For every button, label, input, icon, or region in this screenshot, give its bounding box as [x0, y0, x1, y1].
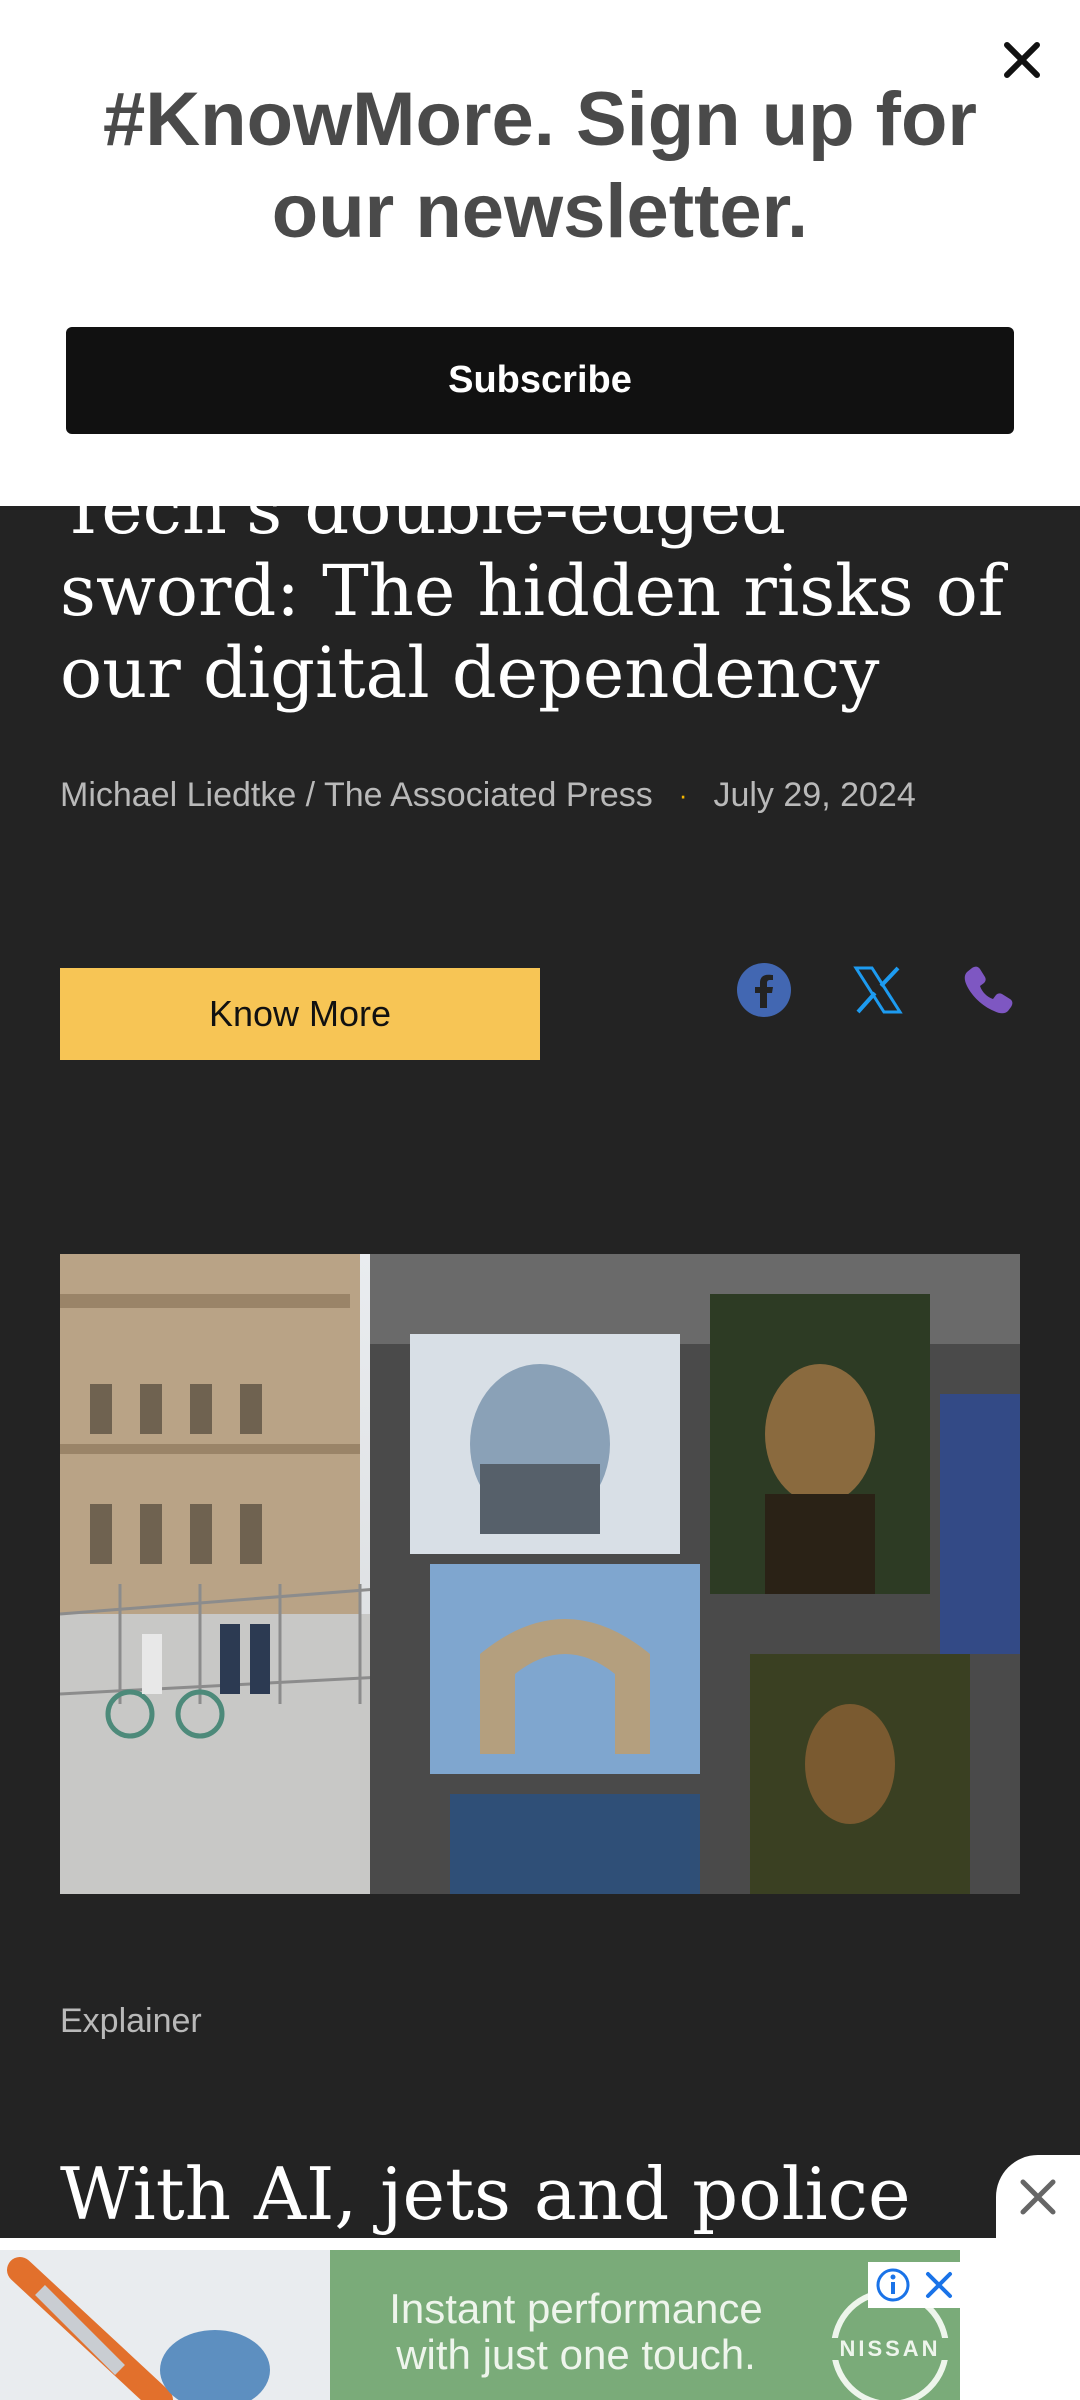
ad-close-icon[interactable] [996, 2155, 1080, 2239]
byline: Michael Liedtke / The Associated Press ·… [60, 776, 1040, 815]
ad-dismiss-icon[interactable] [924, 2270, 954, 2300]
byline-separator: · [678, 780, 688, 810]
phone-icon[interactable] [956, 958, 1020, 1022]
ad-text: Instant performance with just one touch. [389, 2285, 763, 2378]
author-name[interactable]: Michael Liedtke / The Associated Press [60, 776, 653, 815]
ad-banner[interactable]: NISSAN Instant performance with just one… [0, 2238, 1080, 2400]
article-kicker[interactable]: Explainer [60, 2002, 202, 2041]
newsletter-title: #KnowMore. Sign up for our newsletter. [103, 77, 977, 254]
newsletter-modal: #KnowMore. Sign up for our newsletter. S… [0, 0, 1080, 506]
ad-creative[interactable]: NISSAN Instant performance with just one… [0, 2250, 960, 2400]
facebook-icon[interactable] [732, 958, 796, 1022]
next-article-headline[interactable]: With AI, jets and police [60, 2150, 911, 2238]
info-icon[interactable] [875, 2267, 911, 2303]
x-icon[interactable] [846, 958, 910, 1022]
ad-brand-logo: NISSAN [839, 2336, 940, 2361]
ad-choices-badge[interactable] [868, 2262, 960, 2308]
article-photo[interactable] [60, 1254, 1020, 1894]
know-more-button[interactable]: Know More [60, 968, 540, 1060]
publish-date: July 29, 2024 [713, 776, 916, 814]
subscribe-button[interactable]: Subscribe [66, 327, 1014, 434]
